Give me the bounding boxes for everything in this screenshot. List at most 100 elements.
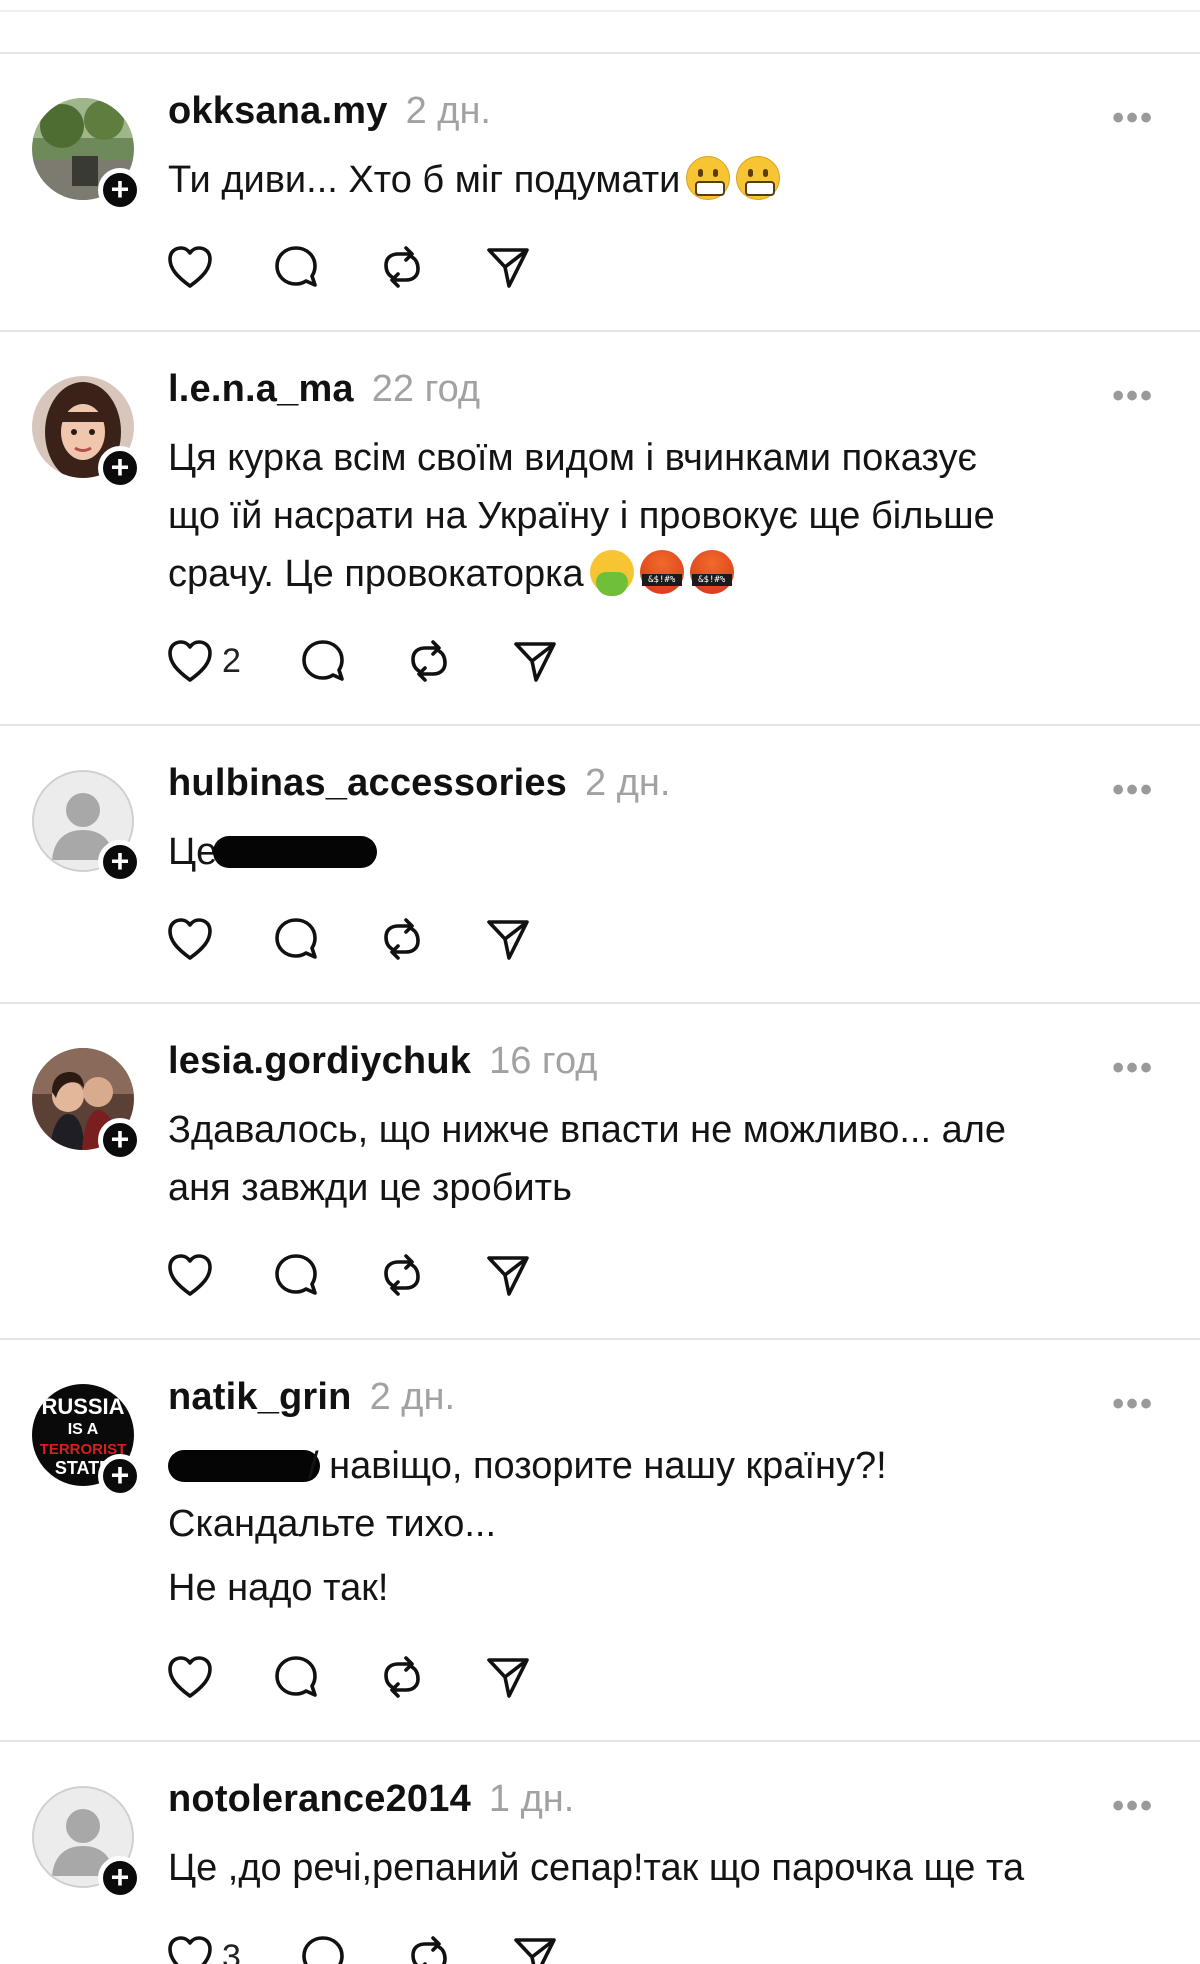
comment-bubble-icon: [275, 1254, 317, 1295]
post-text-line: Ця курка всім своїм видом і вчинками пок…: [168, 437, 977, 479]
post-text-line: Ти диви... Хто б міг подумати: [168, 156, 781, 204]
like-button[interactable]: 3: [166, 1934, 241, 1964]
like-button[interactable]: [166, 916, 214, 962]
username[interactable]: lesia.gordiychuk: [168, 1040, 471, 1083]
top-rule: [0, 10, 1200, 12]
timestamp: 16 год: [489, 1040, 598, 1082]
follow-plus-icon[interactable]: +: [98, 840, 142, 884]
send-icon: [487, 1658, 529, 1698]
thread-post-natik[interactable]: RUSSIA IS A TERRORIST STATE + natik_grin…: [0, 1340, 1200, 1742]
post-header: l.e.n.a_ma 22 год: [168, 368, 480, 418]
post-header: lesia.gordiychuk 16 год: [168, 1040, 597, 1090]
repost-icon: [384, 1254, 420, 1296]
like-button[interactable]: 2: [166, 638, 241, 684]
more-options-icon[interactable]: •••: [1112, 773, 1154, 807]
more-options-icon[interactable]: •••: [1112, 1387, 1154, 1421]
heart-icon: [168, 1254, 212, 1296]
like-button[interactable]: [166, 1252, 214, 1298]
repost-button[interactable]: [378, 1251, 426, 1299]
like-count: 3: [222, 1937, 241, 1964]
post-header: natik_grin 2 дн.: [168, 1376, 455, 1426]
redaction-mark: [213, 836, 378, 868]
more-options-icon[interactable]: •••: [1112, 1789, 1154, 1823]
thread-post-okksana[interactable]: + okksana.my 2 дн. ••• Ти диви... Хто б …: [0, 54, 1200, 332]
action-bar: 3: [166, 1932, 617, 1964]
timestamp: 1 дн.: [488, 1778, 575, 1820]
post-text: / навіщо, позорите нашу країну?!: [308, 1445, 887, 1487]
comment-bubble-icon: [302, 1936, 344, 1964]
avatar-text: IS A: [68, 1421, 99, 1438]
share-button[interactable]: [484, 915, 532, 963]
follow-plus-icon[interactable]: +: [98, 1118, 142, 1162]
repost-icon: [384, 1656, 420, 1698]
send-icon: [487, 1256, 529, 1296]
repost-icon: [411, 1936, 447, 1964]
post-text: Ти диви... Хто б міг подумати: [168, 159, 681, 201]
username[interactable]: natik_grin: [168, 1376, 352, 1419]
follow-plus-icon[interactable]: +: [98, 168, 142, 212]
repost-icon: [384, 246, 420, 288]
post-text-line: / навіщо, позорите нашу країну?!: [168, 1442, 887, 1490]
more-options-icon[interactable]: •••: [1112, 101, 1154, 135]
send-icon: [514, 642, 556, 682]
reply-button[interactable]: [272, 1251, 320, 1299]
reply-button[interactable]: [272, 915, 320, 963]
follow-plus-icon[interactable]: +: [98, 1856, 142, 1900]
comment-bubble-icon: [275, 918, 317, 959]
post-text-line: що їй насрати на Україну і провокує ще б…: [168, 495, 995, 537]
reply-button[interactable]: [272, 243, 320, 291]
share-button[interactable]: [511, 637, 559, 685]
post-text-line: Це: [168, 828, 378, 876]
share-button[interactable]: [484, 1653, 532, 1701]
send-icon: [514, 1938, 556, 1964]
timestamp: 2 дн.: [369, 1376, 456, 1418]
post-text-line: Не надо так!: [168, 1567, 389, 1609]
comment-bubble-icon: [302, 640, 344, 681]
thread-post-hulbinas[interactable]: + hulbinas_accessories 2 дн. ••• Це: [0, 726, 1200, 1004]
like-button[interactable]: [166, 1654, 214, 1700]
repost-button[interactable]: [378, 1653, 426, 1701]
repost-button[interactable]: [378, 915, 426, 963]
like-count: 2: [222, 641, 241, 680]
share-button[interactable]: [484, 243, 532, 291]
action-bar: [166, 1652, 590, 1702]
thread-post-lena[interactable]: + l.e.n.a_ma 22 год ••• Ця курка всім св…: [0, 332, 1200, 726]
reply-button[interactable]: [299, 1933, 347, 1964]
comment-bubble-icon: [275, 246, 317, 287]
top-divider: [0, 0, 1200, 54]
grimacing-face-emoji: [736, 156, 781, 200]
username[interactable]: hulbinas_accessories: [168, 762, 567, 805]
repost-button[interactable]: [378, 243, 426, 291]
thread-post-lesia[interactable]: + lesia.gordiychuk 16 год ••• Здавалось,…: [0, 1004, 1200, 1340]
send-icon: [487, 248, 529, 288]
more-options-icon[interactable]: •••: [1112, 1051, 1154, 1085]
redaction-mark: [168, 1450, 320, 1482]
repost-button[interactable]: [405, 1933, 453, 1964]
more-options-icon[interactable]: •••: [1112, 379, 1154, 413]
reply-button[interactable]: [299, 637, 347, 685]
action-bar: [166, 242, 590, 292]
username[interactable]: okksana.my: [168, 90, 388, 133]
timestamp: 22 год: [371, 368, 481, 410]
share-button[interactable]: [511, 1933, 559, 1964]
post-text: Це: [168, 831, 218, 873]
username[interactable]: l.e.n.a_ma: [168, 368, 354, 411]
post-text-line: Це ,до речі,репаний сепар!так що парочка…: [168, 1847, 1025, 1889]
post-text-line: срачу. Це провокаторка: [168, 550, 734, 598]
repost-button[interactable]: [405, 637, 453, 685]
username[interactable]: notolerance2014: [168, 1778, 471, 1821]
share-button[interactable]: [484, 1251, 532, 1299]
follow-plus-icon[interactable]: +: [98, 446, 142, 490]
thread-post-notolerance[interactable]: + notolerance2014 1 дн. ••• Це ,до речі,…: [0, 1742, 1200, 1964]
action-bar: [166, 1250, 590, 1300]
post-text: срачу. Це провокаторка: [168, 553, 584, 595]
comment-bubble-icon: [275, 1656, 317, 1697]
heart-icon: [168, 1936, 212, 1964]
post-header: hulbinas_accessories 2 дн.: [168, 762, 670, 812]
follow-plus-icon[interactable]: +: [98, 1454, 142, 1498]
grimacing-face-emoji: [686, 156, 731, 200]
timestamp: 2 дн.: [405, 90, 491, 132]
like-button[interactable]: [166, 244, 214, 290]
reply-button[interactable]: [272, 1653, 320, 1701]
repost-icon: [411, 640, 447, 682]
